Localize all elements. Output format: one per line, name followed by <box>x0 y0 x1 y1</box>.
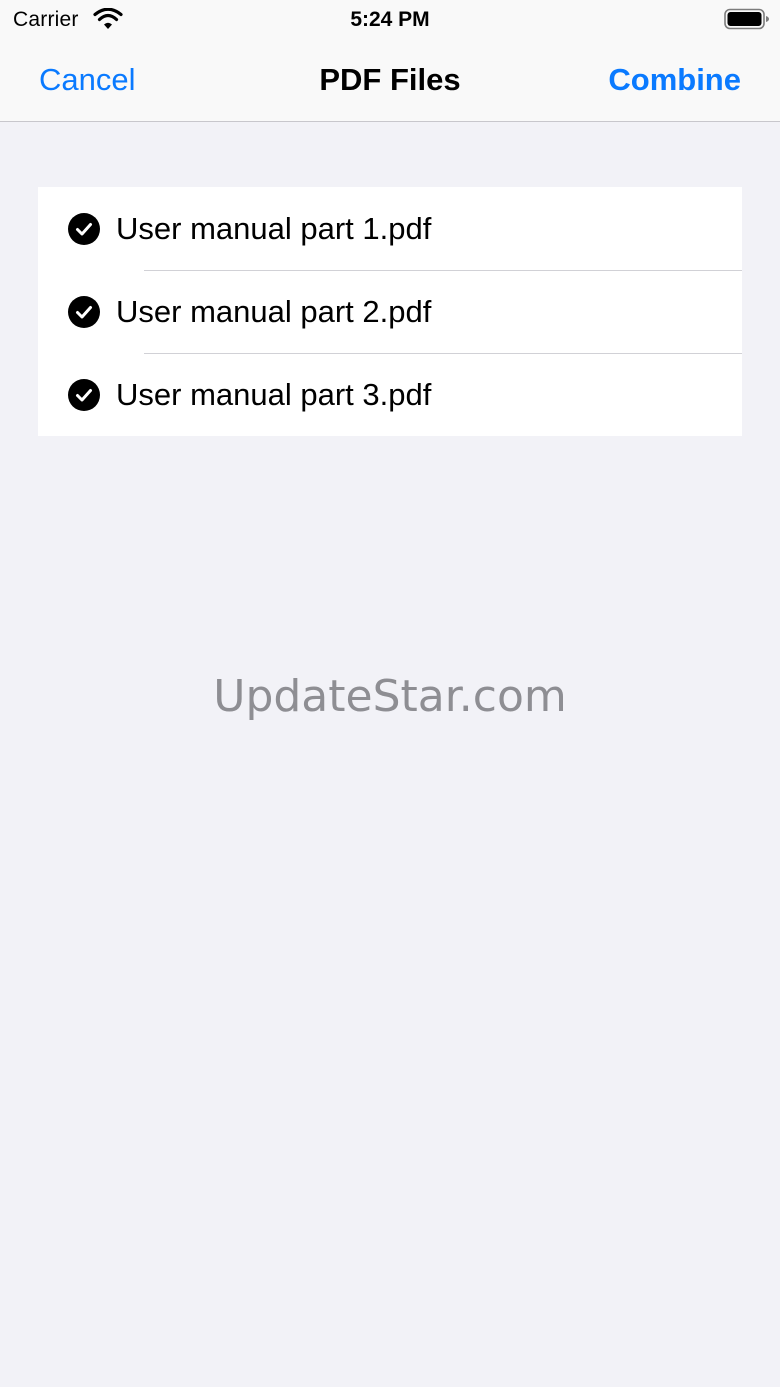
clock: 5:24 PM <box>350 8 430 31</box>
file-row[interactable]: User manual part 2.pdf <box>38 270 742 353</box>
combine-button[interactable]: Combine <box>608 61 741 99</box>
file-name: User manual part 2.pdf <box>116 294 432 329</box>
file-name: User manual part 3.pdf <box>116 377 432 412</box>
checkmark-circle-icon <box>68 379 100 411</box>
watermark: UpdateStar.com <box>213 671 567 722</box>
file-name: User manual part 1.pdf <box>116 211 432 246</box>
checkmark-circle-icon <box>68 213 100 245</box>
file-row[interactable]: User manual part 1.pdf <box>38 187 742 270</box>
checkmark-circle-icon <box>68 296 100 328</box>
status-bar: Carrier 5:24 PM <box>0 0 780 40</box>
navigation-bar: Cancel PDF Files Combine <box>0 40 780 122</box>
file-row[interactable]: User manual part 3.pdf <box>38 353 742 436</box>
pdf-file-list: User manual part 1.pdf User manual part … <box>38 187 742 436</box>
battery-full-icon <box>724 8 769 30</box>
